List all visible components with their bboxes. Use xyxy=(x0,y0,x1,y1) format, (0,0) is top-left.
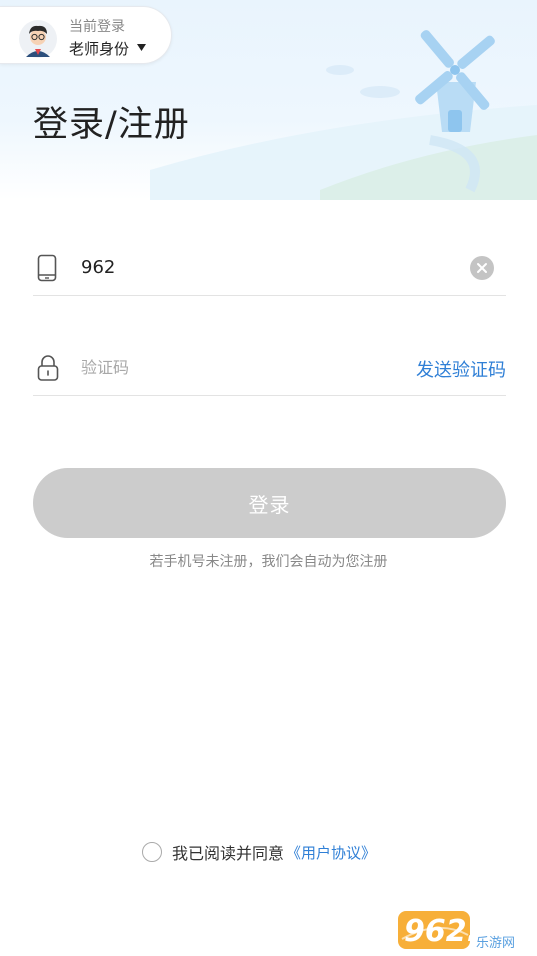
hero-banner: 当前登录 老师身份 登录/注册 xyxy=(0,0,537,200)
phone-icon xyxy=(37,254,57,282)
user-agreement-link[interactable]: 《用户协议》 xyxy=(286,842,376,863)
phone-field xyxy=(33,236,506,296)
agreement-row: 我已阅读并同意 《用户协议》 xyxy=(142,840,376,864)
agreement-checkbox[interactable] xyxy=(142,842,162,862)
code-input[interactable] xyxy=(81,350,441,384)
send-code-button[interactable]: 发送验证码 xyxy=(416,356,506,382)
login-button[interactable]: 登录 xyxy=(33,468,506,538)
clear-icon[interactable] xyxy=(470,256,494,280)
phone-input[interactable] xyxy=(81,250,441,284)
agreement-text: 我已阅读并同意 xyxy=(172,844,285,863)
code-field: 发送验证码 xyxy=(33,336,506,396)
caret-down-icon[interactable] xyxy=(137,44,146,51)
watermark-subtitle: 乐游网 xyxy=(476,936,515,951)
teacher-avatar-icon xyxy=(19,20,57,58)
register-hint: 若手机号未注册，我们会自动为您注册 xyxy=(149,554,388,570)
watermark-logo: 962.NET 乐游网 xyxy=(398,911,532,951)
identity-switcher[interactable]: 当前登录 老师身份 xyxy=(0,6,172,64)
role-label[interactable]: 老师身份 xyxy=(69,38,129,59)
lock-icon xyxy=(37,355,59,381)
current-login-label: 当前登录 xyxy=(69,19,125,35)
page-title: 登录/注册 xyxy=(33,105,190,145)
